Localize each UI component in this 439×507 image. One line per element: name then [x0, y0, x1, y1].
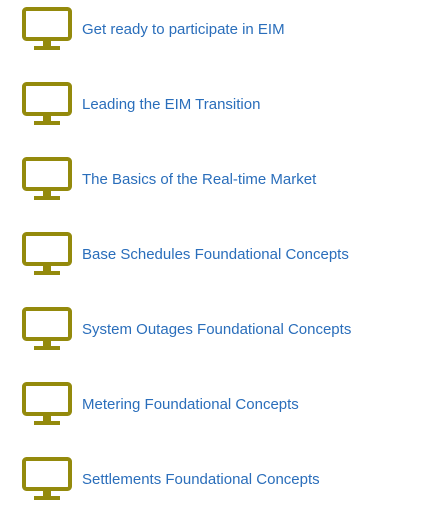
- course-link[interactable]: The Basics of the Real-time Market: [82, 171, 316, 189]
- monitor-icon[interactable]: [22, 457, 72, 501]
- list-item: Get ready to participate in EIM: [0, 7, 439, 57]
- monitor-icon[interactable]: [22, 382, 72, 426]
- course-link[interactable]: Base Schedules Foundational Concepts: [82, 246, 349, 264]
- course-link[interactable]: Get ready to participate in EIM: [82, 21, 285, 39]
- monitor-icon[interactable]: [22, 157, 72, 201]
- list-item: Metering Foundational Concepts: [0, 382, 439, 432]
- course-link[interactable]: Metering Foundational Concepts: [82, 396, 299, 414]
- course-link[interactable]: Leading the EIM Transition: [82, 96, 260, 114]
- list-item: Leading the EIM Transition: [0, 82, 439, 132]
- course-link[interactable]: Settlements Foundational Concepts: [82, 471, 320, 489]
- list-item: System Outages Foundational Concepts: [0, 307, 439, 357]
- list-item: The Basics of the Real-time Market: [0, 157, 439, 207]
- list-item: Base Schedules Foundational Concepts: [0, 232, 439, 282]
- monitor-icon[interactable]: [22, 232, 72, 276]
- monitor-icon[interactable]: [22, 7, 72, 51]
- monitor-icon[interactable]: [22, 307, 72, 351]
- monitor-icon[interactable]: [22, 82, 72, 126]
- list-item: Settlements Foundational Concepts: [0, 457, 439, 507]
- course-link[interactable]: System Outages Foundational Concepts: [82, 321, 351, 339]
